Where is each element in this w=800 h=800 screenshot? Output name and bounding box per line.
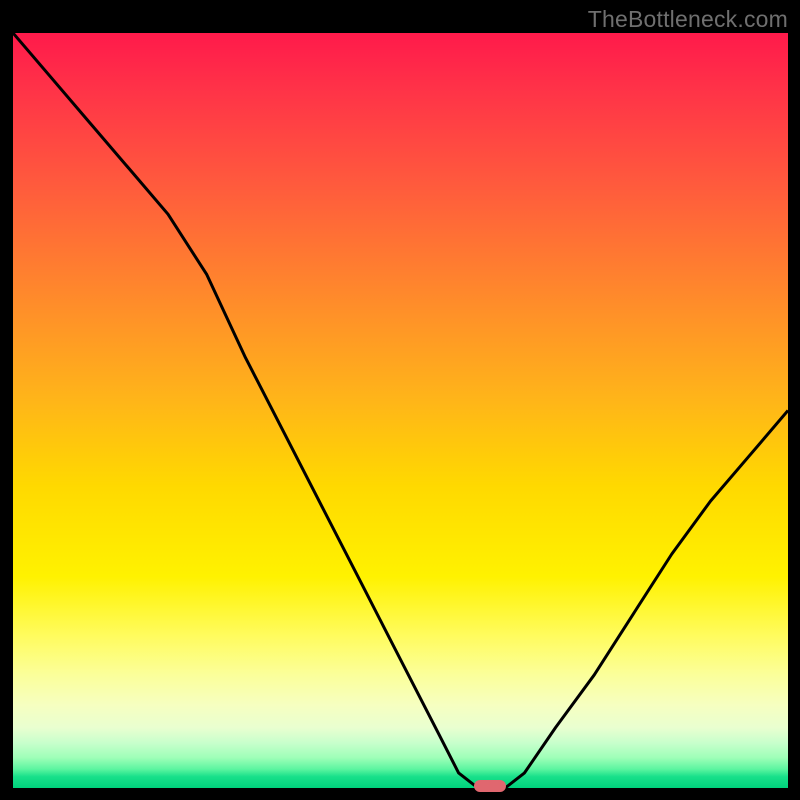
chart-frame: TheBottleneck.com — [0, 0, 800, 800]
optimum-marker — [474, 780, 506, 792]
plot-area — [13, 33, 788, 788]
curve-layer — [13, 33, 788, 788]
bottleneck-curve — [13, 33, 788, 788]
attribution-label: TheBottleneck.com — [588, 6, 788, 33]
